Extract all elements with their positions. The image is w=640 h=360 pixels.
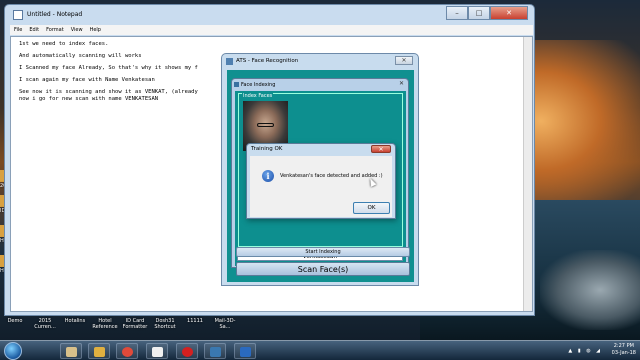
- index-faces-label: Index Faces: [242, 93, 274, 99]
- dialog-title: Training OK: [251, 146, 283, 152]
- menu-format[interactable]: Format: [46, 25, 64, 35]
- menu-edit[interactable]: Edit: [29, 25, 39, 35]
- notepad-title: Untitled - Notepad: [27, 11, 83, 18]
- python-icon: [210, 347, 221, 357]
- start-button[interactable]: [4, 342, 22, 360]
- close-button[interactable]: ✕: [490, 6, 528, 20]
- notepad-app-icon: [13, 10, 23, 20]
- chrome-icon: [122, 347, 133, 357]
- clock-time: 2:27 PM: [613, 343, 634, 349]
- window-controls: – □ ✕: [446, 6, 528, 20]
- desktop-icon-mail[interactable]: Mail-3D-Sa...: [210, 318, 240, 332]
- opera-icon: [182, 347, 193, 357]
- face-indexing-icon: [234, 82, 239, 87]
- scan-faces-button[interactable]: Scan Face(s): [236, 262, 410, 276]
- ats-window-title: ATS - Face Recognition: [236, 58, 299, 64]
- system-tray-icons[interactable]: ▲ ▮ ◍ ◢: [568, 348, 602, 354]
- dialog-close-button[interactable]: ✕: [371, 145, 391, 153]
- menu-help[interactable]: Help: [90, 25, 101, 35]
- taskbar-xampp[interactable]: [146, 343, 168, 359]
- menu-file[interactable]: File: [14, 25, 22, 35]
- ok-button[interactable]: OK: [353, 202, 390, 214]
- notepad-titlebar[interactable]: Untitled - Notepad – □ ✕: [5, 5, 534, 25]
- desktop-icon-11111[interactable]: 11111: [180, 318, 210, 332]
- taskbar-chrome[interactable]: [116, 343, 138, 359]
- taskbar-library[interactable]: [88, 343, 110, 359]
- ats-app-icon: [226, 58, 233, 65]
- taskbar-python[interactable]: [204, 343, 226, 359]
- library-icon: [94, 347, 105, 357]
- start-indexing-button[interactable]: Start Indexing: [236, 247, 410, 257]
- xampp-icon: [152, 347, 163, 357]
- dialog-message: Venkatesan's face detected and added :): [280, 173, 383, 179]
- desktop-icon-labels: Demo 2015 Curren... Hotalins Hotel Refer…: [0, 318, 420, 332]
- taskbar-opera[interactable]: [176, 343, 198, 359]
- text-line: 1st we need to index faces.: [19, 41, 109, 47]
- notepad-menubar: File Edit Format View Help: [10, 25, 533, 35]
- desktop-icon-demo[interactable]: Demo: [0, 318, 30, 332]
- face-indexing-close-button[interactable]: ✕: [399, 80, 404, 87]
- face-indexing-title: Face Indexing: [241, 82, 276, 88]
- desktop-icon-hotalins[interactable]: Hotalins: [60, 318, 90, 332]
- info-icon: i: [262, 170, 274, 182]
- vertical-scrollbar[interactable]: [523, 37, 532, 311]
- menu-view[interactable]: View: [71, 25, 83, 35]
- clock-date: 03-Jan-18: [611, 350, 636, 356]
- desktop-icon-dosh31[interactable]: Dosh31 Shortcut: [150, 318, 180, 332]
- taskbar: ▲ ▮ ◍ ◢ 2:27 PM 03-Jan-18: [0, 340, 640, 360]
- taskbar-explorer[interactable]: [60, 343, 82, 359]
- wallpaper-rocks: [540, 250, 640, 330]
- ats-app-icon: [240, 347, 251, 357]
- glasses-shape: [257, 123, 274, 127]
- minimize-button[interactable]: –: [446, 6, 468, 20]
- desktop-icon-2015[interactable]: 2015 Curren...: [30, 318, 60, 332]
- desktop-icon-hotel-reference[interactable]: Hotel Reference: [90, 318, 120, 332]
- ats-close-button[interactable]: ✕: [395, 56, 413, 65]
- maximize-button[interactable]: □: [468, 6, 490, 20]
- explorer-icon: [66, 347, 77, 357]
- taskbar-ats-app[interactable]: [234, 343, 256, 359]
- desktop-icon-id-card[interactable]: ID Card Formatter: [120, 318, 150, 332]
- clock[interactable]: 2:27 PM 03-Jan-18: [612, 343, 636, 357]
